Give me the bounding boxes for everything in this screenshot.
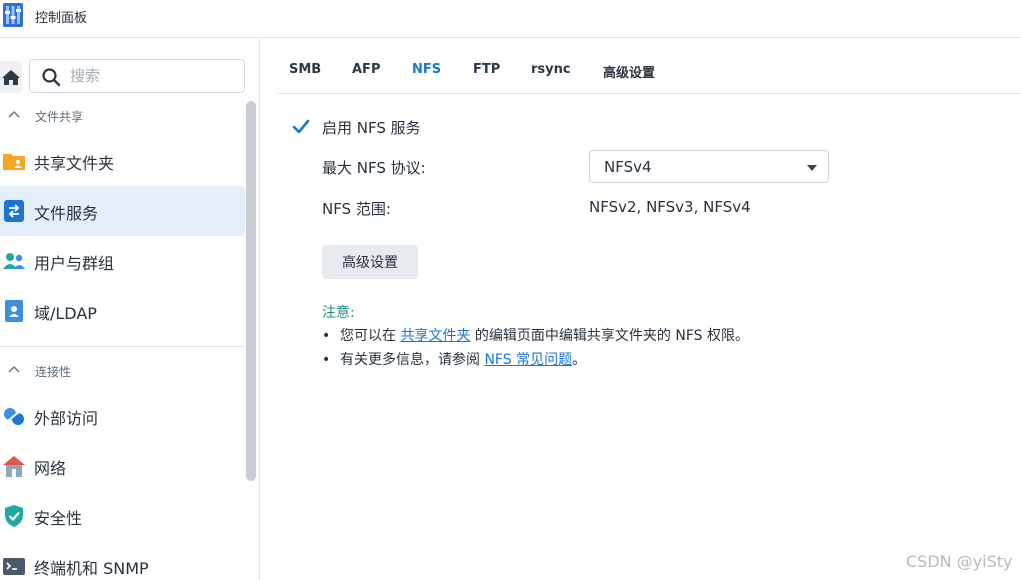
control-panel-icon: [3, 3, 23, 27]
note-text: 有关更多信息，请参阅: [340, 352, 485, 368]
group-connectivity[interactable]: 连接性: [0, 356, 245, 386]
tab-bar: SMB AFP NFS FTP rsync 高级设置: [278, 52, 1021, 94]
sidebar-item-label: 域/LDAP: [34, 304, 97, 323]
sidebar-item-security[interactable]: 安全性: [0, 491, 245, 541]
sidebar-item-label: 共享文件夹: [34, 154, 115, 173]
sidebar-item-label: 网络: [34, 459, 67, 478]
search-input[interactable]: [70, 60, 240, 92]
nfs-range-value: NFSv2, NFSv3, NFSv4: [589, 198, 751, 216]
chevron-up-icon: [8, 110, 20, 118]
security-icon: [5, 505, 23, 527]
window-title: 控制面板: [35, 11, 88, 26]
tab-smb[interactable]: SMB: [289, 62, 321, 77]
max-protocol-label: 最大 NFS 协议:: [322, 159, 426, 177]
sidebar-item-domain-ldap[interactable]: 域/LDAP: [0, 286, 245, 336]
sidebar-item-shared-folder[interactable]: 共享文件夹: [0, 136, 245, 186]
enable-nfs-label[interactable]: 启用 NFS 服务: [322, 117, 421, 138]
enable-nfs-checkbox[interactable]: [291, 117, 311, 137]
sidebar-item-label: 文件服务: [34, 204, 99, 223]
users-groups-icon: [3, 253, 25, 269]
tab-rsync[interactable]: rsync: [531, 62, 571, 77]
sidebar-item-label: 终端机和 SNMP: [34, 559, 149, 578]
group-label: 文件共享: [35, 110, 84, 124]
group-label: 连接性: [35, 365, 72, 379]
note-text: 。: [572, 352, 587, 368]
sidebar-item-users-groups[interactable]: 用户与群组: [0, 236, 245, 286]
sidebar-item-network[interactable]: 网络: [0, 441, 245, 491]
sidebar-item-file-services[interactable]: 文件服务: [0, 186, 245, 236]
domain-ldap-icon: [5, 300, 23, 322]
max-protocol-select[interactable]: NFSv4: [589, 150, 829, 183]
nfs-range-label: NFS 范围:: [322, 200, 391, 218]
note-item: • 有关更多信息，请参阅 NFS 常见问题。: [322, 352, 587, 368]
sidebar-item-label: 外部访问: [34, 409, 99, 428]
tab-advanced[interactable]: 高级设置: [603, 62, 655, 81]
search-icon: [42, 68, 61, 87]
file-services-icon: [4, 200, 24, 222]
tab-afp[interactable]: AFP: [352, 62, 380, 77]
note-text: 您可以在: [340, 328, 401, 344]
note-item: • 您可以在 共享文件夹 的编辑页面中编辑共享文件夹的 NFS 权限。: [322, 328, 749, 344]
chevron-up-icon: [8, 365, 20, 373]
tab-ftp[interactable]: FTP: [473, 62, 500, 77]
shared-folder-link[interactable]: 共享文件夹: [400, 328, 470, 344]
search-box[interactable]: [29, 59, 245, 93]
sidebar-item-label: 安全性: [34, 509, 83, 528]
sidebar: 文件共享 共享文件夹 文件服务 用户与群组 域/L: [0, 39, 260, 580]
home-button[interactable]: [0, 61, 22, 93]
advanced-settings-button[interactable]: 高级设置: [322, 245, 418, 279]
caret-down-icon: [807, 165, 817, 171]
max-protocol-value: NFSv4: [604, 158, 652, 176]
network-icon: [3, 456, 25, 477]
title-bar: 控制面板: [0, 0, 1021, 38]
sidebar-scrollbar[interactable]: [246, 101, 256, 481]
home-icon: [2, 70, 20, 85]
sidebar-item-external-access[interactable]: 外部访问: [0, 391, 245, 441]
shared-folder-icon: [3, 154, 25, 170]
tab-nfs[interactable]: NFS: [412, 62, 441, 77]
sidebar-item-terminal-snmp[interactable]: 终端机和 SNMP: [0, 541, 245, 580]
terminal-snmp-icon: [3, 558, 25, 575]
external-access-icon: [4, 408, 24, 425]
watermark: CSDN @yiSty: [906, 552, 1013, 571]
sidebar-item-label: 用户与群组: [34, 254, 115, 273]
note-title: 注意:: [322, 305, 355, 321]
sidebar-divider: [0, 346, 245, 347]
nfs-faq-link[interactable]: NFS 常见问题: [484, 352, 572, 368]
note-text: 的编辑页面中编辑共享文件夹的 NFS 权限。: [470, 328, 749, 344]
group-file-sharing[interactable]: 文件共享: [0, 101, 245, 131]
